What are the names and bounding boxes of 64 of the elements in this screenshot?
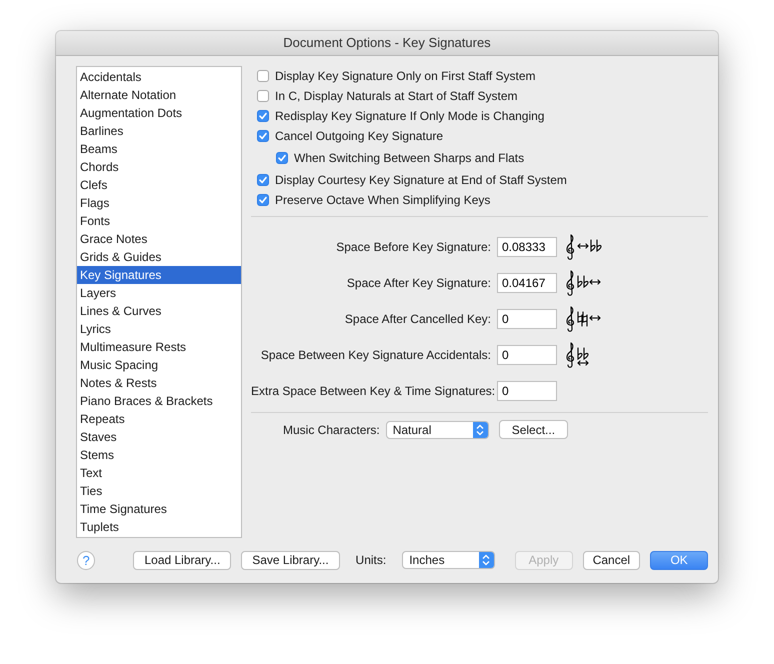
- field-label: Space After Cancelled Key:: [344, 312, 491, 326]
- checkbox-label: Display Courtesy Key Signature at End of Staff System: [275, 172, 567, 187]
- checkbox[interactable]: [257, 194, 269, 206]
- category-item[interactable]: Flags: [77, 194, 241, 212]
- input-field[interactable]: 0.08333: [497, 236, 557, 257]
- music-characters-dropdown[interactable]: Natural: [386, 420, 489, 439]
- checkbox[interactable]: [257, 110, 269, 122]
- dialog-button[interactable]: Cancel: [582, 550, 640, 570]
- units-dropdown[interactable]: Inches: [402, 551, 495, 570]
- notation-icon: [564, 342, 589, 368]
- category-item[interactable]: Stems: [77, 446, 241, 464]
- category-item[interactable]: Key Signatures: [77, 266, 241, 284]
- checkbox-label: Redisplay Key Signature If Only Mode is Changing: [275, 108, 544, 123]
- units-label: Units:: [356, 553, 386, 568]
- input-field[interactable]: 0: [497, 380, 557, 401]
- category-item[interactable]: Clefs: [77, 176, 241, 194]
- category-item[interactable]: Time Signatures: [77, 500, 241, 518]
- category-item[interactable]: Alternate Notation: [77, 86, 241, 104]
- checkbox[interactable]: [276, 152, 288, 164]
- category-item[interactable]: Fonts: [77, 212, 241, 230]
- category-item[interactable]: Lyrics: [77, 320, 241, 338]
- select-button[interactable]: Select...: [498, 420, 568, 440]
- category-item[interactable]: Music Spacing: [77, 356, 241, 374]
- checkbox[interactable]: [257, 90, 269, 102]
- library-button[interactable]: Save Library...: [241, 550, 340, 570]
- category-item[interactable]: Chords: [77, 158, 241, 176]
- category-item[interactable]: Grids & Guides: [77, 248, 241, 266]
- checkbox-label: Display Key Signature Only on First Staff System: [275, 68, 536, 83]
- category-item[interactable]: Barlines: [77, 122, 241, 140]
- window-title: Document Options - Key Signatures: [283, 35, 491, 50]
- input-field[interactable]: 0: [497, 344, 557, 365]
- dropdown-arrows-icon: [472, 422, 488, 438]
- category-item[interactable]: Piano Braces & Brackets: [77, 392, 241, 410]
- field-label: Space Before Key Signature:: [335, 240, 491, 254]
- library-button[interactable]: Load Library...: [133, 550, 232, 570]
- category-item[interactable]: Lines & Curves: [77, 302, 241, 320]
- field-label: Music Characters:: [283, 422, 380, 437]
- category-item[interactable]: Accidentals: [77, 68, 241, 86]
- notation-icon: [564, 234, 602, 260]
- category-item[interactable]: Notes & Rests: [77, 374, 241, 392]
- field-label: Space Between Key Signature Accidentals:: [260, 348, 491, 362]
- category-item[interactable]: Repeats: [77, 410, 241, 428]
- dropdown-arrows-icon: [478, 552, 494, 568]
- category-item[interactable]: Augmentation Dots: [77, 104, 241, 122]
- category-item[interactable]: Tuplets: [77, 518, 241, 536]
- category-item[interactable]: Ties: [77, 482, 241, 500]
- checkbox-label: Preserve Octave When Simplifying Keys: [275, 192, 490, 207]
- category-item[interactable]: Staves: [77, 428, 241, 446]
- category-item[interactable]: Multimeasure Rests: [77, 338, 241, 356]
- checkbox-label: In C, Display Naturals at Start of Staff System: [275, 88, 518, 103]
- category-item[interactable]: Grace Notes: [77, 230, 241, 248]
- checkbox-label: Cancel Outgoing Key Signature: [275, 128, 444, 143]
- notation-icon: [564, 270, 601, 296]
- checkbox-label: When Switching Between Sharps and Flats: [294, 150, 524, 165]
- input-field[interactable]: 0: [497, 308, 557, 329]
- notation-icon: [564, 306, 601, 332]
- checkbox[interactable]: [257, 70, 269, 82]
- category-item[interactable]: Layers: [77, 284, 241, 302]
- checkbox[interactable]: [257, 174, 269, 186]
- input-field[interactable]: 0.04167: [497, 272, 557, 293]
- category-item[interactable]: Beams: [77, 140, 241, 158]
- checkbox[interactable]: [257, 130, 269, 142]
- category-item[interactable]: Text: [77, 464, 241, 482]
- field-label: Space After Key Signature:: [346, 276, 491, 290]
